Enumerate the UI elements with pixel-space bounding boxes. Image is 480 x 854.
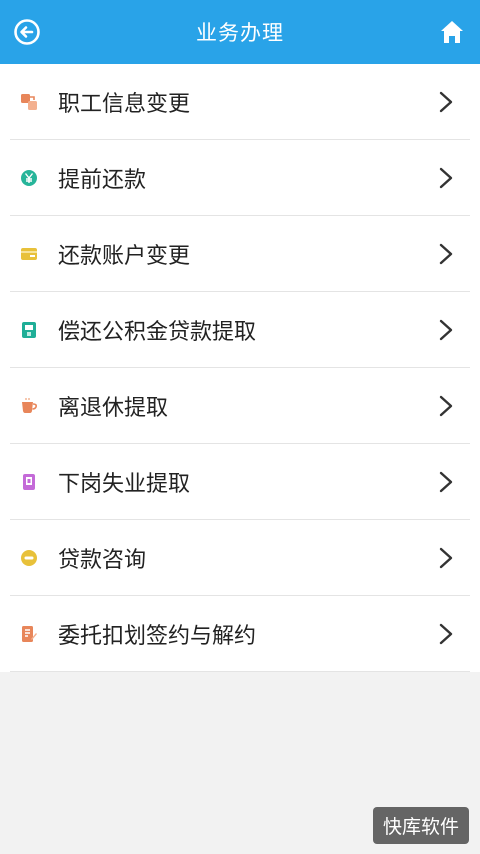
back-button[interactable] (12, 17, 42, 47)
cup-icon (18, 395, 40, 417)
chevron-right-icon (436, 318, 456, 342)
menu-item-employee-info-change[interactable]: 职工信息变更 (0, 64, 480, 140)
menu-item-early-repayment[interactable]: 提前还款 (0, 140, 480, 216)
document-sign-icon (18, 623, 40, 645)
chevron-right-icon (436, 394, 456, 418)
chevron-right-icon (436, 546, 456, 570)
home-button[interactable] (436, 16, 468, 48)
app-header: 业务办理 (0, 0, 480, 64)
menu-item-label: 离退休提取 (58, 396, 169, 421)
service-menu-list: 职工信息变更 提前还款 还款账户变更 偿还公积金贷款提取 离退休提取 下岗失业提… (0, 64, 480, 672)
chat-icon (18, 547, 40, 569)
chevron-right-icon (436, 166, 456, 190)
back-arrow-circle-icon (14, 19, 40, 45)
menu-item-loan-consultation[interactable]: 贷款咨询 (0, 520, 480, 596)
menu-item-label: 还款账户变更 (58, 244, 191, 269)
transfer-icon (18, 91, 40, 113)
menu-item-label: 职工信息变更 (58, 92, 191, 117)
menu-item-repayment-account-change[interactable]: 还款账户变更 (0, 216, 480, 292)
menu-item-label: 偿还公积金贷款提取 (58, 320, 257, 345)
menu-item-label: 下岗失业提取 (58, 472, 191, 497)
yen-coin-icon (18, 167, 40, 189)
menu-item-label: 提前还款 (58, 168, 147, 193)
menu-item-unemployment-withdrawal[interactable]: 下岗失业提取 (0, 444, 480, 520)
menu-item-label: 贷款咨询 (58, 548, 147, 573)
menu-item-loan-repayment-withdrawal[interactable]: 偿还公积金贷款提取 (0, 292, 480, 368)
watermark: 快库软件 (372, 807, 469, 844)
home-icon (441, 21, 463, 43)
chevron-right-icon (436, 242, 456, 266)
menu-item-retirement-withdrawal[interactable]: 离退休提取 (0, 368, 480, 444)
atm-icon (18, 319, 40, 341)
id-card-icon (18, 471, 40, 493)
menu-item-entrusted-deduction-sign[interactable]: 委托扣划签约与解约 (0, 596, 480, 672)
card-icon (18, 243, 40, 265)
menu-item-label: 委托扣划签约与解约 (58, 624, 257, 649)
chevron-right-icon (436, 622, 456, 646)
chevron-right-icon (436, 470, 456, 494)
chevron-right-icon (436, 90, 456, 114)
page-title: 业务办理 (196, 21, 284, 45)
